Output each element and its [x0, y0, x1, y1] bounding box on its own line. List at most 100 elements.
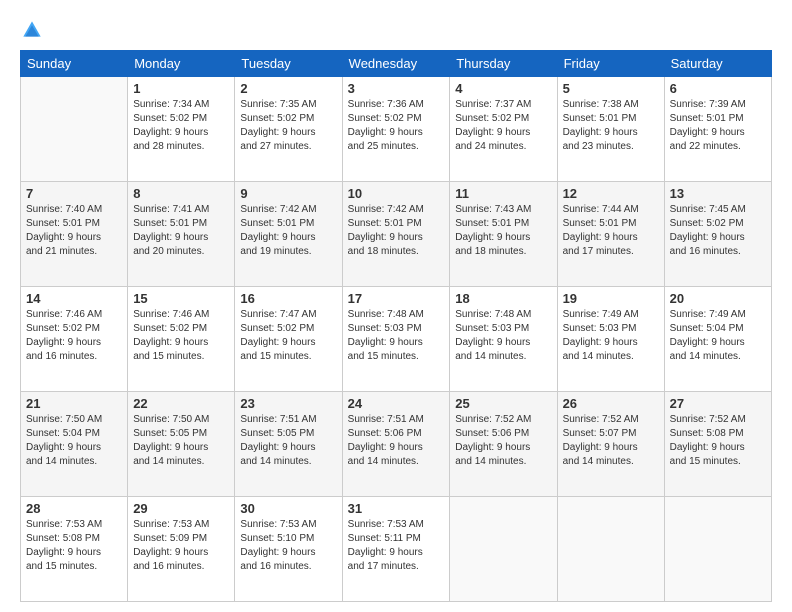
day-number: 9: [240, 186, 336, 201]
day-number: 8: [133, 186, 229, 201]
calendar-cell: 8 Sunrise: 7:41 AM Sunset: 5:01 PM Daylig…: [128, 182, 235, 287]
weekday-header-row: SundayMondayTuesdayWednesdayThursdayFrid…: [21, 51, 772, 77]
calendar-cell: 23Sunrise: 7:51 AM Sunset: 5:05 PM Dayli…: [235, 392, 342, 497]
day-info: Sunrise: 7:38 AM Sunset: 5:01 PM Dayligh…: [563, 98, 659, 154]
day-number: 2: [240, 81, 336, 96]
calendar-cell: 26Sunrise: 7:52 AM Sunset: 5:07 PM Dayli…: [557, 392, 664, 497]
day-info: Sunrise: 7:42 AM Sunset: 5:01 PM Dayligh…: [348, 203, 445, 259]
logo: [20, 20, 42, 40]
day-number: 16: [240, 291, 336, 306]
day-info: Sunrise: 7:40 AM Sunset: 5:01 PM Dayligh…: [26, 203, 122, 259]
day-info: Sunrise: 7:53 AM Sunset: 5:11 PM Dayligh…: [348, 518, 445, 574]
calendar-cell: 30Sunrise: 7:53 AM Sunset: 5:10 PM Dayli…: [235, 497, 342, 602]
week-row-4: 21 Sunrise: 7:50 AM Sunset: 5:04 PM Dayli…: [21, 392, 772, 497]
day-number: 29: [133, 501, 229, 516]
day-info: Sunrise: 7:51 AM Sunset: 5:05 PM Dayligh…: [240, 413, 336, 469]
day-number: 14: [26, 291, 122, 306]
weekday-header-saturday: Saturday: [664, 51, 771, 77]
calendar-cell: 19 Sunrise: 7:49 AM Sunset: 5:03 PM Dayli…: [557, 287, 664, 392]
day-number: 1: [133, 81, 229, 96]
day-info: Sunrise: 7:34 AM Sunset: 5:02 PM Dayligh…: [133, 98, 229, 154]
calendar-cell: 13 Sunrise: 7:45 AM Sunset: 5:02 PM Dayli…: [664, 182, 771, 287]
day-number: 17: [348, 291, 445, 306]
calendar-cell: 12 Sunrise: 7:44 AM Sunset: 5:01 PM Dayli…: [557, 182, 664, 287]
day-number: 18: [455, 291, 551, 306]
day-number: 13: [670, 186, 766, 201]
calendar-cell: 22 Sunrise: 7:50 AM Sunset: 5:05 PM Dayli…: [128, 392, 235, 497]
day-number: 28: [26, 501, 122, 516]
day-info: Sunrise: 7:52 AM Sunset: 5:06 PM Dayligh…: [455, 413, 551, 469]
day-info: Sunrise: 7:53 AM Sunset: 5:09 PM Dayligh…: [133, 518, 229, 574]
day-info: Sunrise: 7:45 AM Sunset: 5:02 PM Dayligh…: [670, 203, 766, 259]
logo-icon: [22, 20, 42, 40]
day-info: Sunrise: 7:50 AM Sunset: 5:04 PM Dayligh…: [26, 413, 122, 469]
day-number: 5: [563, 81, 659, 96]
day-info: Sunrise: 7:46 AM Sunset: 5:02 PM Dayligh…: [26, 308, 122, 364]
day-info: Sunrise: 7:50 AM Sunset: 5:05 PM Dayligh…: [133, 413, 229, 469]
day-number: 7: [26, 186, 122, 201]
day-info: Sunrise: 7:49 AM Sunset: 5:03 PM Dayligh…: [563, 308, 659, 364]
day-number: 19: [563, 291, 659, 306]
calendar-cell: 27 Sunrise: 7:52 AM Sunset: 5:08 PM Dayli…: [664, 392, 771, 497]
day-number: 27: [670, 396, 766, 411]
weekday-header-tuesday: Tuesday: [235, 51, 342, 77]
calendar-cell: 1 Sunrise: 7:34 AM Sunset: 5:02 PM Daylig…: [128, 77, 235, 182]
day-info: Sunrise: 7:51 AM Sunset: 5:06 PM Dayligh…: [348, 413, 445, 469]
calendar-cell: 6Sunrise: 7:39 AM Sunset: 5:01 PM Daylig…: [664, 77, 771, 182]
day-info: Sunrise: 7:47 AM Sunset: 5:02 PM Dayligh…: [240, 308, 336, 364]
day-number: 20: [670, 291, 766, 306]
calendar-cell: 20Sunrise: 7:49 AM Sunset: 5:04 PM Dayli…: [664, 287, 771, 392]
page: SundayMondayTuesdayWednesdayThursdayFrid…: [0, 0, 792, 612]
calendar-cell: [664, 497, 771, 602]
calendar-cell: 7 Sunrise: 7:40 AM Sunset: 5:01 PM Daylig…: [21, 182, 128, 287]
calendar-cell: [557, 497, 664, 602]
calendar-cell: 10 Sunrise: 7:42 AM Sunset: 5:01 PM Dayli…: [342, 182, 450, 287]
day-info: Sunrise: 7:46 AM Sunset: 5:02 PM Dayligh…: [133, 308, 229, 364]
day-number: 3: [348, 81, 445, 96]
calendar-cell: 17Sunrise: 7:48 AM Sunset: 5:03 PM Dayli…: [342, 287, 450, 392]
calendar-cell: 3 Sunrise: 7:36 AM Sunset: 5:02 PM Daylig…: [342, 77, 450, 182]
day-info: Sunrise: 7:41 AM Sunset: 5:01 PM Dayligh…: [133, 203, 229, 259]
calendar-cell: 15 Sunrise: 7:46 AM Sunset: 5:02 PM Dayli…: [128, 287, 235, 392]
calendar-cell: 28Sunrise: 7:53 AM Sunset: 5:08 PM Dayli…: [21, 497, 128, 602]
day-number: 24: [348, 396, 445, 411]
day-info: Sunrise: 7:52 AM Sunset: 5:08 PM Dayligh…: [670, 413, 766, 469]
day-info: Sunrise: 7:35 AM Sunset: 5:02 PM Dayligh…: [240, 98, 336, 154]
calendar-cell: 5 Sunrise: 7:38 AM Sunset: 5:01 PM Daylig…: [557, 77, 664, 182]
weekday-header-friday: Friday: [557, 51, 664, 77]
day-number: 22: [133, 396, 229, 411]
calendar-cell: 4Sunrise: 7:37 AM Sunset: 5:02 PM Daylig…: [450, 77, 557, 182]
day-info: Sunrise: 7:39 AM Sunset: 5:01 PM Dayligh…: [670, 98, 766, 154]
day-number: 4: [455, 81, 551, 96]
week-row-5: 28Sunrise: 7:53 AM Sunset: 5:08 PM Dayli…: [21, 497, 772, 602]
calendar-cell: [450, 497, 557, 602]
day-info: Sunrise: 7:48 AM Sunset: 5:03 PM Dayligh…: [455, 308, 551, 364]
weekday-header-wednesday: Wednesday: [342, 51, 450, 77]
calendar-cell: 24 Sunrise: 7:51 AM Sunset: 5:06 PM Dayli…: [342, 392, 450, 497]
calendar-cell: 16 Sunrise: 7:47 AM Sunset: 5:02 PM Dayli…: [235, 287, 342, 392]
week-row-3: 14 Sunrise: 7:46 AM Sunset: 5:02 PM Dayli…: [21, 287, 772, 392]
day-info: Sunrise: 7:36 AM Sunset: 5:02 PM Dayligh…: [348, 98, 445, 154]
day-info: Sunrise: 7:44 AM Sunset: 5:01 PM Dayligh…: [563, 203, 659, 259]
day-number: 11: [455, 186, 551, 201]
day-number: 21: [26, 396, 122, 411]
day-number: 30: [240, 501, 336, 516]
week-row-2: 7 Sunrise: 7:40 AM Sunset: 5:01 PM Daylig…: [21, 182, 772, 287]
weekday-header-monday: Monday: [128, 51, 235, 77]
weekday-header-thursday: Thursday: [450, 51, 557, 77]
day-number: 10: [348, 186, 445, 201]
calendar-cell: 11 Sunrise: 7:43 AM Sunset: 5:01 PM Dayli…: [450, 182, 557, 287]
calendar: SundayMondayTuesdayWednesdayThursdayFrid…: [20, 50, 772, 602]
day-number: 12: [563, 186, 659, 201]
day-info: Sunrise: 7:52 AM Sunset: 5:07 PM Dayligh…: [563, 413, 659, 469]
calendar-cell: 9Sunrise: 7:42 AM Sunset: 5:01 PM Daylig…: [235, 182, 342, 287]
header: [20, 20, 772, 40]
calendar-cell: 29 Sunrise: 7:53 AM Sunset: 5:09 PM Dayli…: [128, 497, 235, 602]
calendar-cell: 21 Sunrise: 7:50 AM Sunset: 5:04 PM Dayli…: [21, 392, 128, 497]
day-info: Sunrise: 7:43 AM Sunset: 5:01 PM Dayligh…: [455, 203, 551, 259]
week-row-1: 1 Sunrise: 7:34 AM Sunset: 5:02 PM Daylig…: [21, 77, 772, 182]
day-number: 25: [455, 396, 551, 411]
day-number: 15: [133, 291, 229, 306]
weekday-header-sunday: Sunday: [21, 51, 128, 77]
calendar-cell: 14 Sunrise: 7:46 AM Sunset: 5:02 PM Dayli…: [21, 287, 128, 392]
